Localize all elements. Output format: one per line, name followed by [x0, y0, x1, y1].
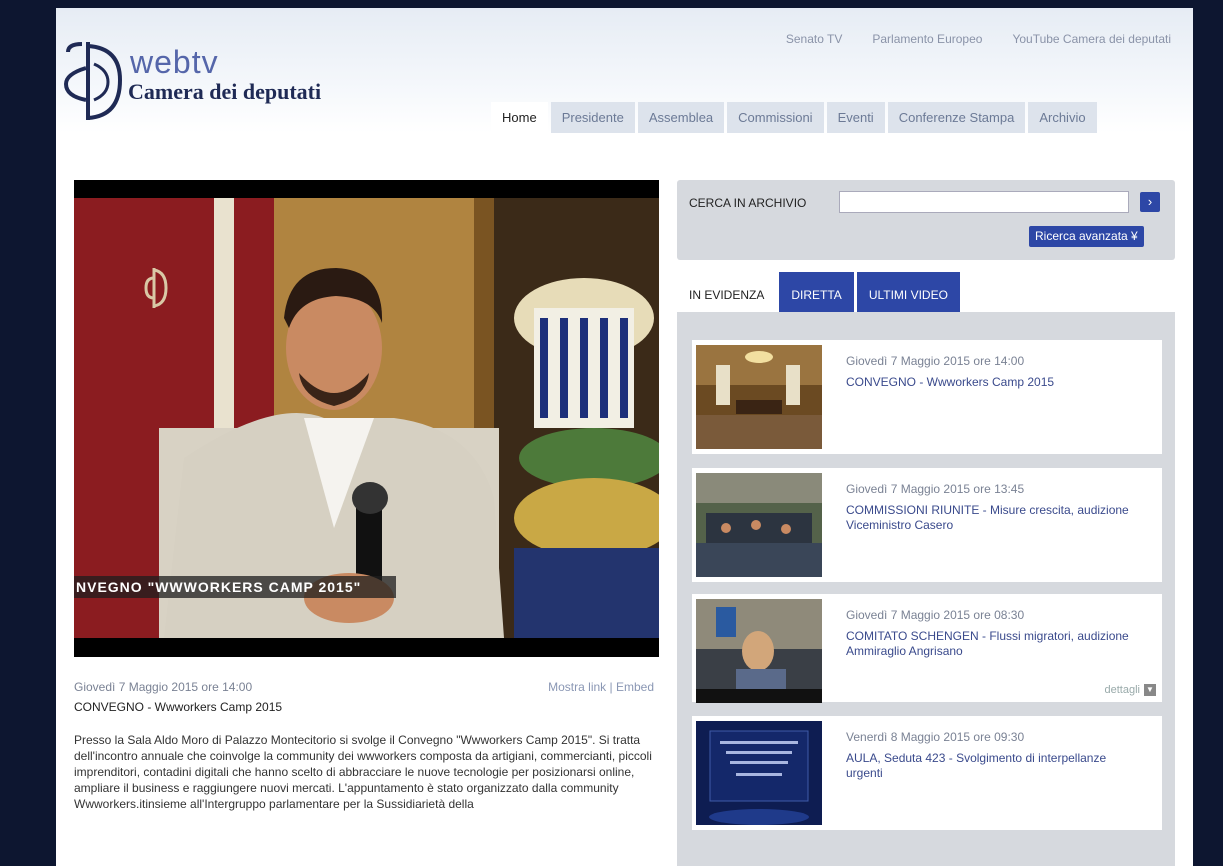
details-label: dettagli	[1104, 683, 1140, 696]
item-date: Venerdì 8 Maggio 2015 ore 09:30	[846, 730, 1025, 744]
search-label: CERCA IN ARCHIVIO	[689, 196, 807, 210]
thumbnail-image	[696, 721, 822, 825]
nav-tab-conferenze-stampa[interactable]: Conferenze Stampa	[887, 102, 1026, 133]
nav-tab-home[interactable]: Home	[491, 102, 548, 133]
video-list: Giovedì 7 Maggio 2015 ore 14:00 CONVEGNO…	[677, 312, 1175, 866]
main-nav: Home Presidente Assemblea Commissioni Ev…	[488, 102, 1097, 133]
logo-webtv: webtv	[130, 44, 219, 80]
search-go-button[interactable]: ›	[1140, 192, 1160, 212]
video-frame: NVEGNO "WWWORKERS CAMP 2015"	[74, 198, 659, 638]
video-caption-overlay: NVEGNO "WWWORKERS CAMP 2015"	[74, 576, 396, 598]
archive-search: CERCA IN ARCHIVIO › Ricerca avanzata ¥	[677, 180, 1175, 260]
nav-tab-assemblea[interactable]: Assemblea	[637, 102, 725, 133]
tab-diretta[interactable]: DIRETTA	[779, 272, 854, 312]
video-list-item[interactable]: Giovedì 7 Maggio 2015 ore 13:45 COMMISSI…	[692, 468, 1162, 582]
logo-camera-dei-deputati: Camera dei deputati	[128, 79, 322, 104]
page: webtv Camera dei deputati Senato TV Parl…	[56, 8, 1193, 866]
thumbnail-image	[696, 345, 822, 449]
tab-ultimi-video[interactable]: ULTIMI VIDEO	[856, 272, 960, 312]
camera-emblem-icon	[64, 42, 123, 120]
show-link-link[interactable]: Mostra link	[548, 680, 606, 694]
tab-in-evidenza[interactable]: IN EVIDENZA	[677, 272, 777, 312]
item-date: Giovedì 7 Maggio 2015 ore 14:00	[846, 354, 1025, 368]
expand-icon: ▼	[1144, 684, 1156, 696]
header: webtv Camera dei deputati Senato TV Parl…	[56, 8, 1193, 133]
thumbnail-ornate-hall[interactable]	[696, 345, 822, 449]
item-date: Giovedì 7 Maggio 2015 ore 08:30	[846, 608, 1025, 622]
share-links: Mostra link | Embed	[548, 680, 654, 694]
item-date: Giovedì 7 Maggio 2015 ore 13:45	[846, 482, 1025, 496]
video-description: Presso la Sala Aldo Moro di Palazzo Mont…	[74, 733, 652, 811]
video-list-item[interactable]: Venerdì 8 Maggio 2015 ore 09:30 AULA, Se…	[692, 716, 1162, 830]
video-list-item[interactable]: Giovedì 7 Maggio 2015 ore 14:00 CONVEGNO…	[692, 340, 1162, 454]
thumbnail-image	[696, 473, 822, 577]
nav-tab-commissioni[interactable]: Commissioni	[727, 102, 824, 133]
video-still-image	[74, 198, 659, 638]
link-youtube-camera[interactable]: YouTube Camera dei deputati	[1012, 32, 1171, 46]
video-info: Giovedì 7 Maggio 2015 ore 14:00 Mostra l…	[74, 680, 654, 812]
advanced-search-button[interactable]: Ricerca avanzata ¥	[1029, 226, 1144, 247]
thumbnail-speaker-desk[interactable]	[696, 599, 822, 703]
nav-tab-presidente[interactable]: Presidente	[550, 102, 635, 133]
item-title[interactable]: COMITATO SCHENGEN - Flussi migratori, au…	[846, 629, 1146, 659]
video-title: CONVEGNO - Wwworkers Camp 2015	[74, 700, 283, 714]
thumbnail-committee-room[interactable]	[696, 473, 822, 577]
thumbnail-aula-blue-card[interactable]	[696, 721, 822, 825]
item-title[interactable]: COMMISSIONI RIUNITE - Misure crescita, a…	[846, 503, 1146, 533]
link-senato-tv[interactable]: Senato TV	[786, 32, 842, 46]
video-player[interactable]: NVEGNO "WWWORKERS CAMP 2015"	[74, 180, 659, 657]
details-link[interactable]: dettagli ▼	[1105, 684, 1156, 696]
site-logo[interactable]: webtv Camera dei deputati	[64, 38, 394, 128]
video-list-item[interactable]: Giovedì 7 Maggio 2015 ore 08:30 COMITATO…	[692, 594, 1162, 703]
nav-tab-eventi[interactable]: Eventi	[826, 102, 885, 133]
search-input[interactable]	[839, 191, 1129, 213]
embed-link[interactable]: Embed	[616, 680, 654, 694]
link-parlamento-europeo[interactable]: Parlamento Europeo	[872, 32, 982, 46]
links-separator: |	[609, 680, 613, 694]
item-title[interactable]: CONVEGNO - Wwworkers Camp 2015	[846, 375, 1146, 390]
nav-tab-archivio[interactable]: Archivio	[1028, 102, 1097, 133]
top-links: Senato TV Parlamento Europeo YouTube Cam…	[756, 32, 1171, 46]
item-title[interactable]: AULA, Seduta 423 - Svolgimento di interp…	[846, 751, 1146, 781]
thumbnail-image	[696, 599, 822, 703]
video-tabs: IN EVIDENZA DIRETTA ULTIMI VIDEO	[677, 272, 963, 312]
